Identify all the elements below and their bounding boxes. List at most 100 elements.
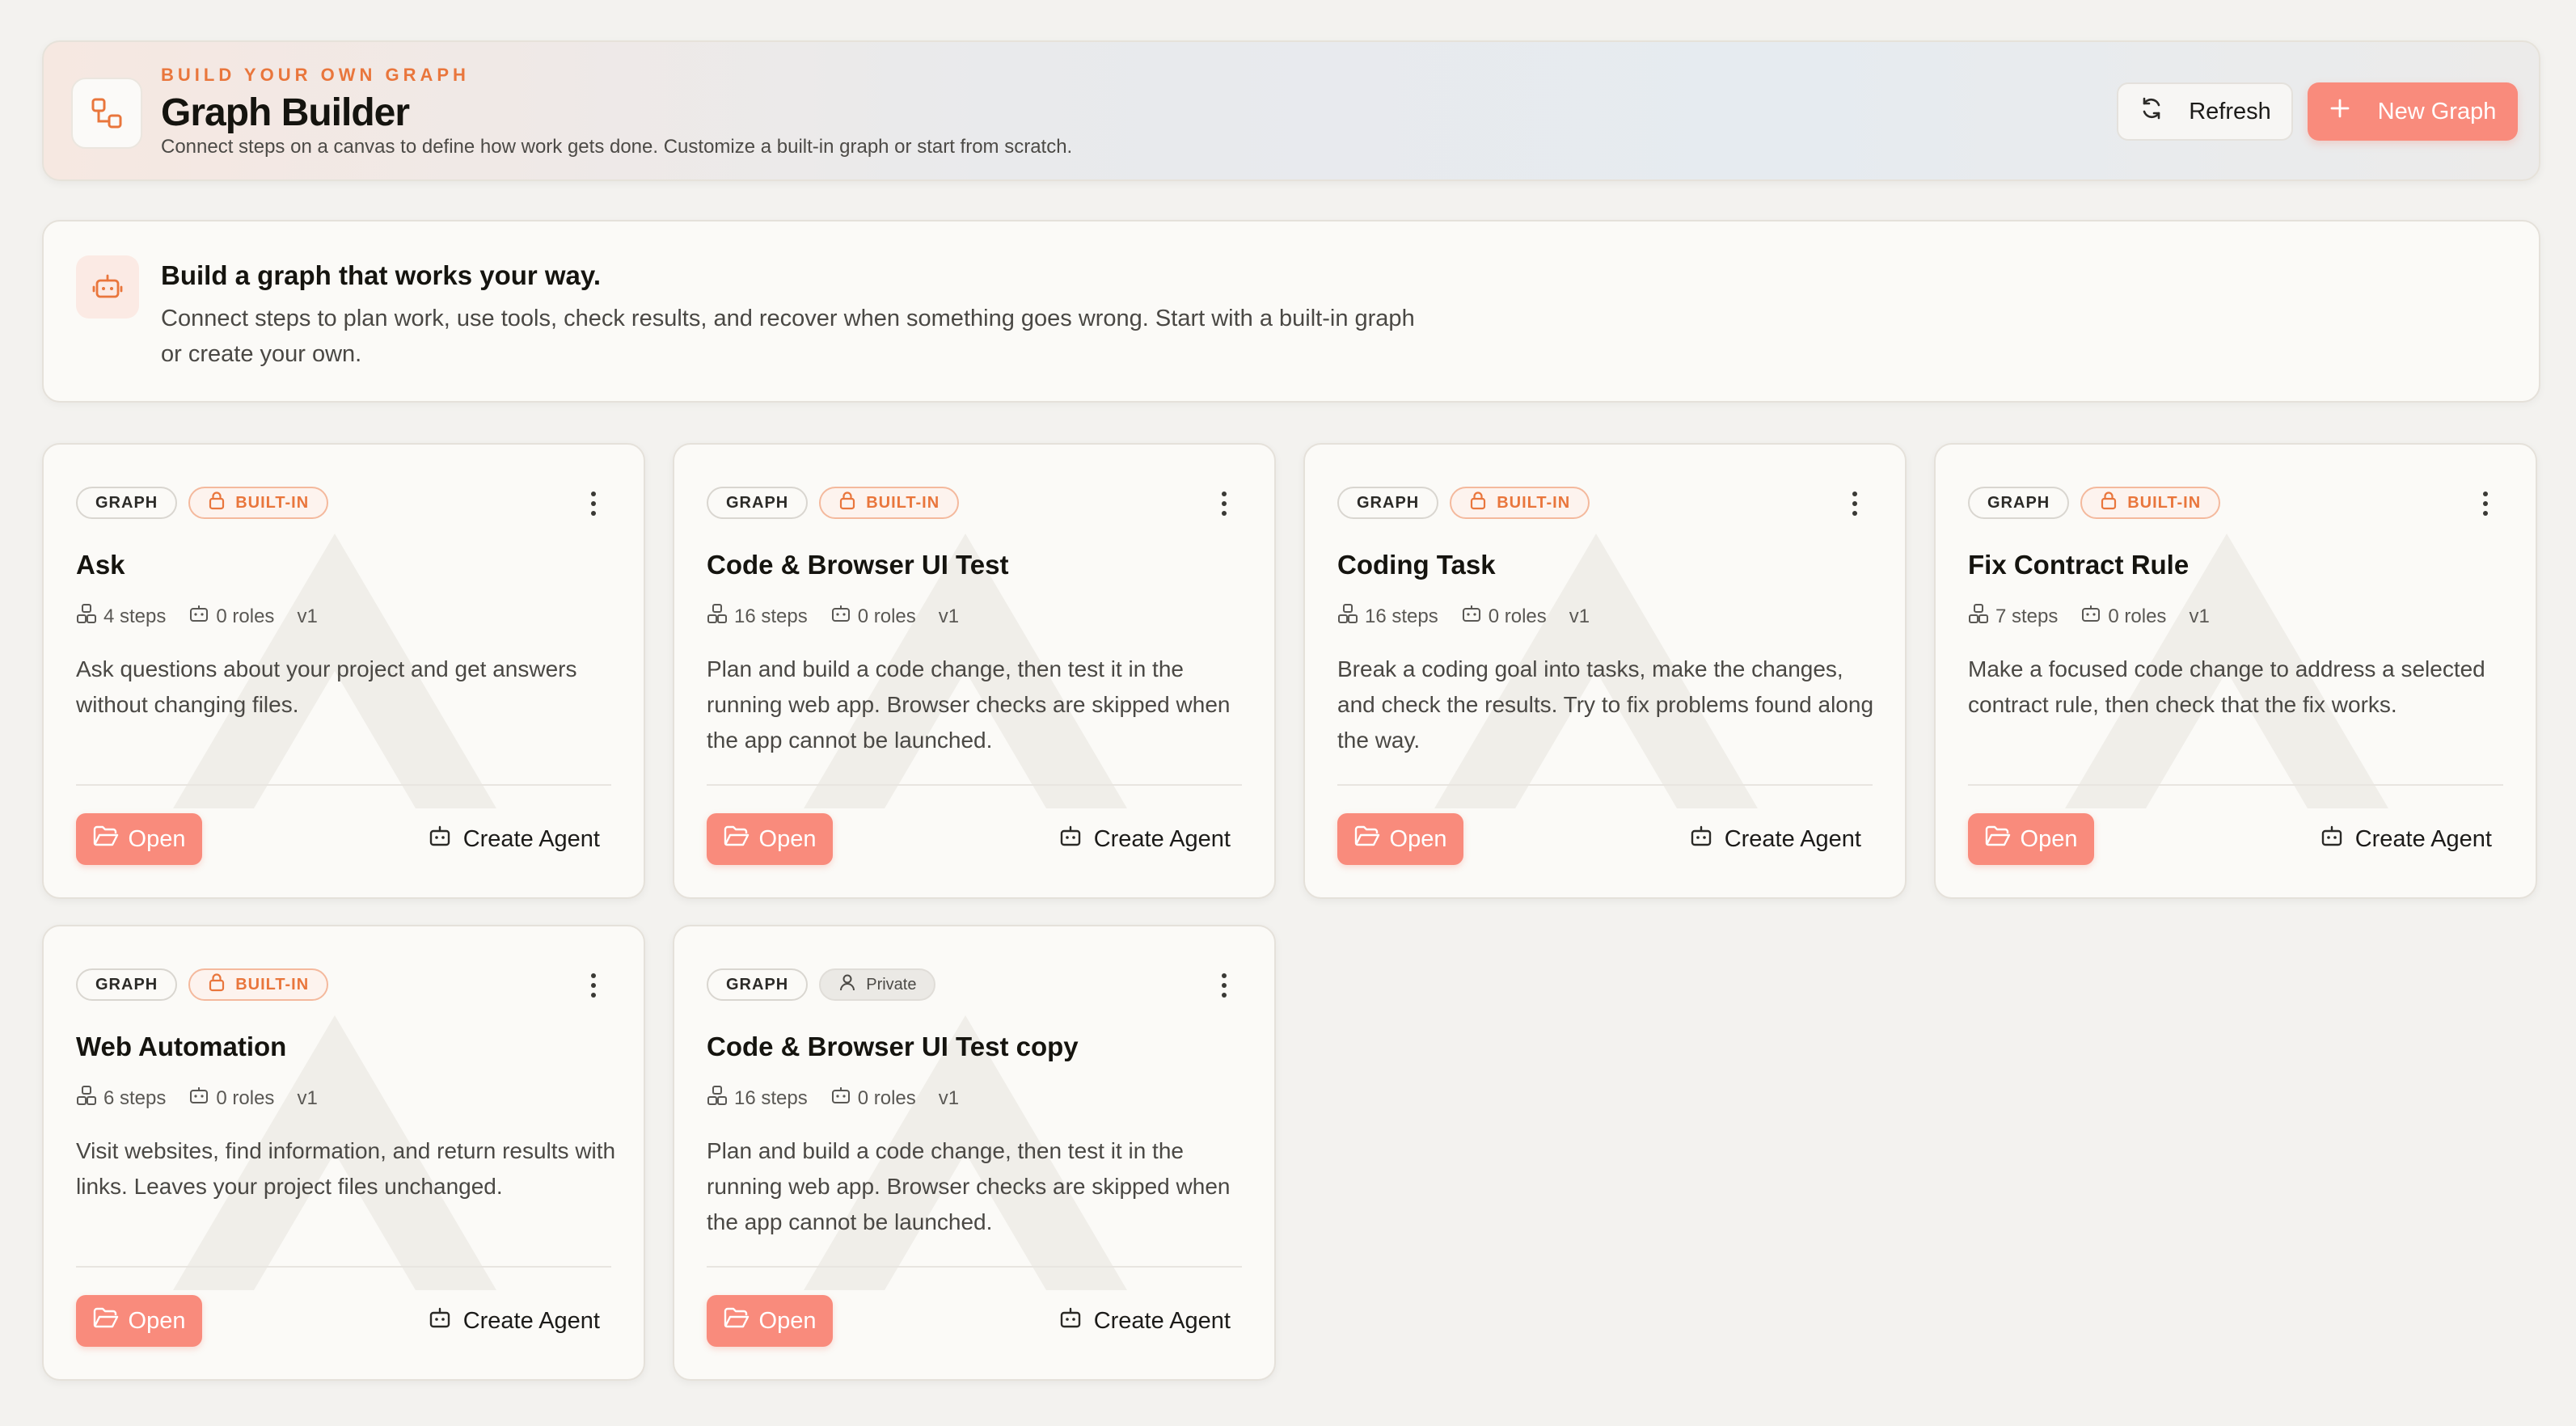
card-title: Code & Browser UI Test <box>707 550 1009 580</box>
card-description: Ask questions about your project and get… <box>76 656 577 717</box>
page-title: Graph Builder <box>161 91 410 134</box>
open-button[interactable]: Open <box>707 813 833 865</box>
version-label: v1 <box>297 1086 318 1109</box>
create-agent-label: Create Agent <box>1093 825 1231 852</box>
steps-icon <box>1968 603 1989 630</box>
tag-group: GRAPH BUILT-IN <box>76 968 329 1001</box>
folder-open-icon <box>724 1306 750 1335</box>
card-divider <box>76 1266 611 1268</box>
create-agent-button[interactable]: Create Agent <box>1689 813 1861 865</box>
card-title: Web Automation <box>76 1032 287 1061</box>
steps-icon <box>1337 603 1358 630</box>
open-button[interactable]: Open <box>1968 813 2094 865</box>
graph-card: GRAPH BUILT-IN Web Automation 6 steps 0 … <box>42 925 645 1381</box>
access-label: BUILT-IN <box>1497 493 1571 512</box>
folder-open-icon <box>724 825 750 854</box>
create-agent-label: Create Agent <box>2354 825 2492 852</box>
access-label: Private <box>866 975 917 994</box>
built-in-tag: BUILT-IN <box>1450 487 1590 519</box>
steps-icon <box>707 603 728 630</box>
lock-icon <box>2100 491 2118 515</box>
card-meta: 16 steps 0 roles v1 <box>707 1085 973 1112</box>
open-button[interactable]: Open <box>1337 813 1463 865</box>
graph-card: GRAPH BUILT-IN Coding Task 16 steps 0 ro… <box>1303 443 1907 899</box>
graph-tag: GRAPH <box>76 487 178 519</box>
more-options-icon[interactable] <box>1214 973 1234 998</box>
more-options-icon[interactable] <box>584 492 603 516</box>
roles-icon <box>1461 603 1482 630</box>
version-label: v1 <box>938 605 960 627</box>
roles-icon <box>830 603 851 630</box>
roles-icon <box>188 603 209 630</box>
roles-count: 0 roles <box>216 1086 275 1109</box>
graph-card: GRAPH BUILT-IN Code & Browser UI Test 16… <box>673 443 1276 899</box>
open-button[interactable]: Open <box>707 1295 833 1347</box>
header-eyebrow: BUILD YOUR OWN GRAPH <box>161 65 470 85</box>
card-description: Break a coding goal into tasks, make the… <box>1337 656 1874 753</box>
page-header: BUILD YOUR OWN GRAPH Graph Builder Conne… <box>42 40 2540 181</box>
graph-builder-page: BUILD YOUR OWN GRAPH Graph Builder Conne… <box>0 0 2576 1426</box>
card-meta: 16 steps 0 roles v1 <box>1337 603 1604 630</box>
steps-count: 16 steps <box>734 1086 808 1109</box>
tag-group: GRAPH Private <box>707 968 936 1001</box>
open-button[interactable]: Open <box>76 813 202 865</box>
more-options-icon[interactable] <box>1214 492 1234 516</box>
tag-group: GRAPH BUILT-IN <box>76 487 329 519</box>
refresh-button[interactable]: Refresh <box>2117 82 2293 141</box>
graph-tag: GRAPH <box>1968 487 2070 519</box>
graph-nodes-icon <box>71 78 142 149</box>
graph-card: GRAPH BUILT-IN Fix Contract Rule 7 steps <box>1934 443 2537 899</box>
lock-icon <box>1469 491 1487 515</box>
create-agent-label: Create Agent <box>1724 825 1861 852</box>
card-meta: 7 steps 0 roles v1 <box>1968 603 2224 630</box>
open-label: Open <box>758 1307 817 1334</box>
tag-group: GRAPH BUILT-IN <box>1968 487 2221 519</box>
card-divider <box>1337 784 1873 786</box>
roles-icon <box>2080 603 2101 630</box>
tag-group: GRAPH BUILT-IN <box>1337 487 1590 519</box>
new-graph-button[interactable]: New Graph <box>2308 82 2518 141</box>
open-label: Open <box>2020 825 2078 852</box>
steps-count: 16 steps <box>734 605 808 627</box>
refresh-icon <box>2139 95 2164 128</box>
create-agent-button[interactable]: Create Agent <box>428 1295 600 1347</box>
version-label: v1 <box>1569 605 1590 627</box>
card-description: Make a focused code change to address a … <box>1968 656 2485 717</box>
steps-icon <box>707 1085 728 1112</box>
graph-tag: GRAPH <box>1337 487 1439 519</box>
card-divider <box>76 784 611 786</box>
intro-title: Build a graph that works your way. <box>161 260 601 290</box>
folder-open-icon <box>1985 825 2011 854</box>
card-title: Code & Browser UI Test copy <box>707 1032 1079 1061</box>
more-options-icon[interactable] <box>1845 492 1864 516</box>
page-subtitle: Connect steps on a canvas to define how … <box>161 136 1073 158</box>
access-label: BUILT-IN <box>235 975 310 994</box>
more-options-icon[interactable] <box>584 973 603 998</box>
create-agent-button[interactable]: Create Agent <box>1058 813 1231 865</box>
more-options-icon[interactable] <box>2476 492 2495 516</box>
roles-count: 0 roles <box>857 1086 916 1109</box>
built-in-tag: BUILT-IN <box>188 487 329 519</box>
robot-icon <box>76 255 139 319</box>
folder-open-icon <box>1354 825 1380 854</box>
robot-icon <box>428 1306 452 1336</box>
open-label: Open <box>1389 825 1447 852</box>
lock-icon <box>208 491 226 515</box>
graph-card: GRAPH Private Code & Browser UI Test cop… <box>673 925 1276 1381</box>
lock-icon <box>208 972 226 997</box>
version-label: v1 <box>938 1086 960 1109</box>
built-in-tag: BUILT-IN <box>819 487 960 519</box>
open-button[interactable]: Open <box>76 1295 202 1347</box>
graph-card: GRAPH BUILT-IN Ask 4 steps 0 roles v1 As… <box>42 443 645 899</box>
create-agent-label: Create Agent <box>462 825 600 852</box>
version-label: v1 <box>297 605 318 627</box>
graph-tag: GRAPH <box>76 968 178 1001</box>
version-label: v1 <box>2189 605 2210 627</box>
built-in-tag: BUILT-IN <box>2080 487 2221 519</box>
create-agent-button[interactable]: Create Agent <box>2320 813 2492 865</box>
roles-count: 0 roles <box>2108 605 2167 627</box>
create-agent-button[interactable]: Create Agent <box>1058 1295 1231 1347</box>
steps-count: 16 steps <box>1365 605 1438 627</box>
create-agent-button[interactable]: Create Agent <box>428 813 600 865</box>
open-label: Open <box>128 1307 186 1334</box>
